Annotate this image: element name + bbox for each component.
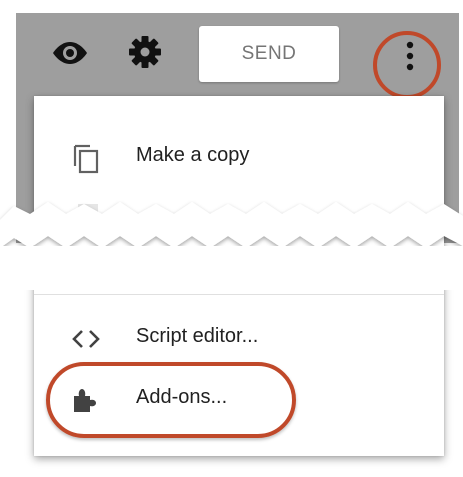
menu-item-label: Script editor... <box>136 325 259 347</box>
send-button[interactable]: SEND <box>199 26 339 82</box>
more-button-highlight-ring <box>373 31 441 99</box>
menu-divider <box>34 294 444 295</box>
menu-item-script-editor[interactable]: Script editor... <box>34 309 444 365</box>
add-ons-highlight-ring <box>46 362 296 438</box>
menu-item-make-a-copy[interactable]: Make a copy <box>34 128 444 184</box>
screenshot-stage: SEND Make a copy Script editor... Add-on… <box>0 0 463 477</box>
menu-item-label: Make a copy <box>136 144 250 166</box>
gear-icon[interactable] <box>128 35 162 69</box>
eye-icon[interactable] <box>52 40 88 66</box>
copy-icon <box>73 144 99 174</box>
torn-edge-overlay <box>0 202 463 290</box>
code-brackets-icon <box>72 330 100 348</box>
